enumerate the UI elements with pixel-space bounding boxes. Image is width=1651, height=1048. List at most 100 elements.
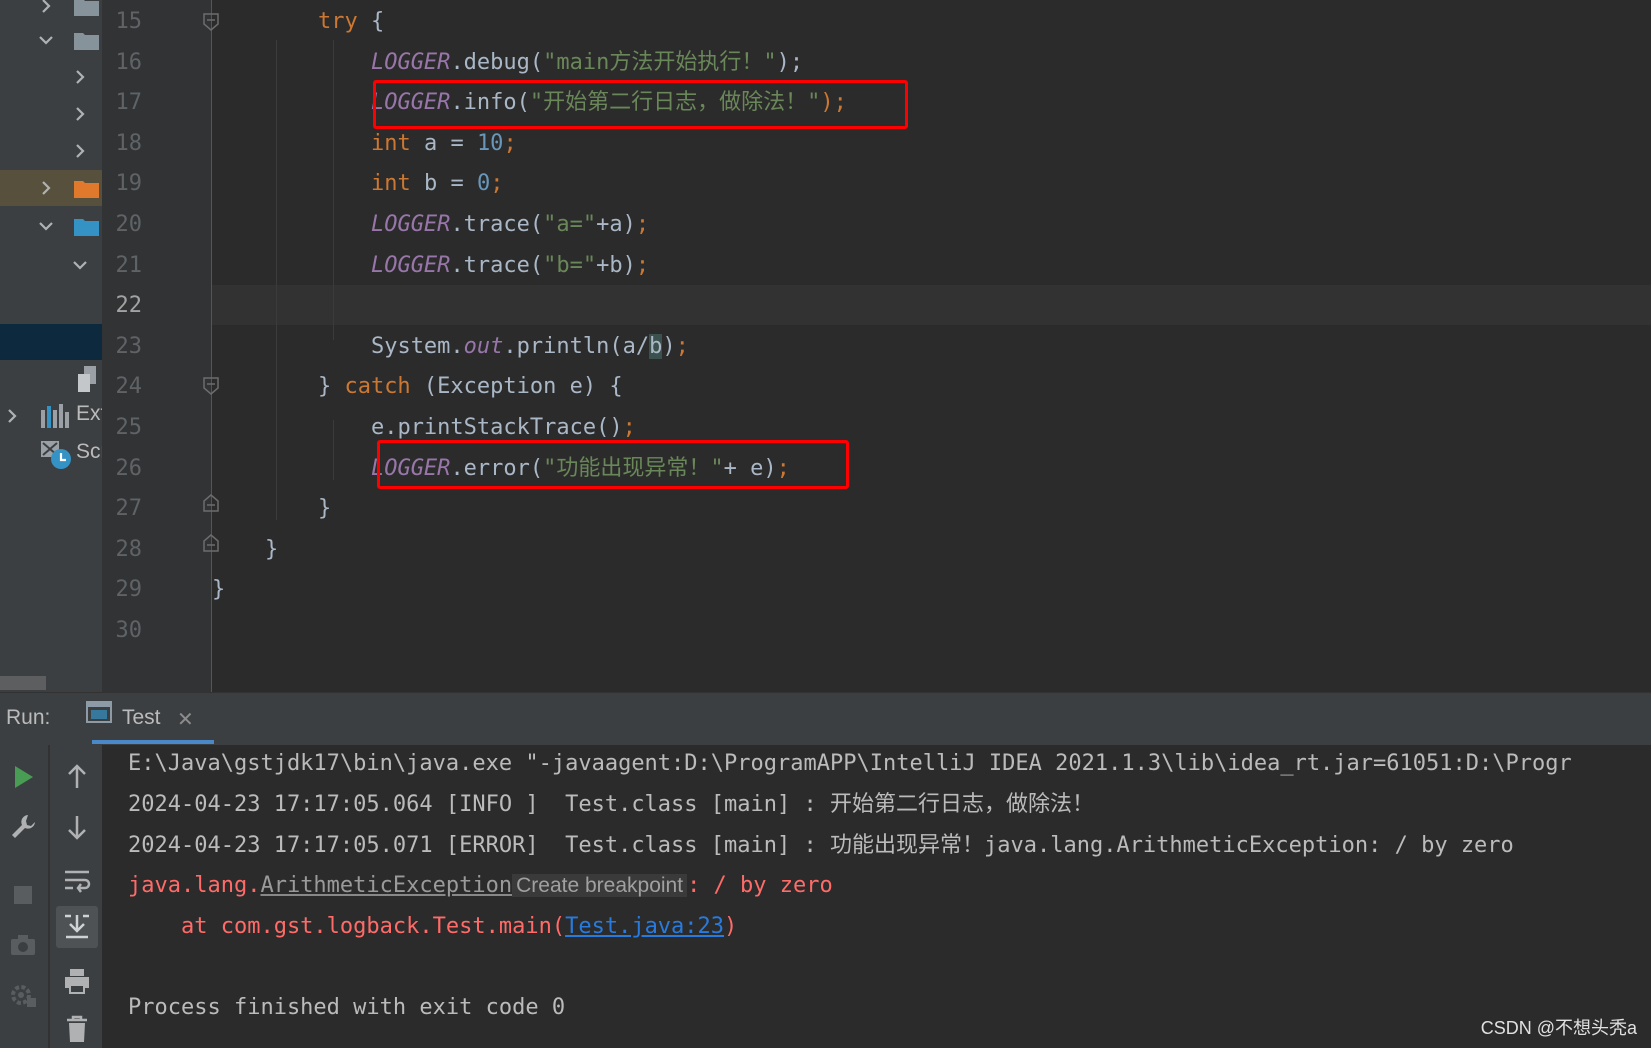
chevron-down-icon[interactable] bbox=[66, 251, 94, 279]
code-line[interactable]: LOGGER.debug("main方法开始执行！"); bbox=[212, 43, 803, 83]
line-number[interactable]: 17 bbox=[102, 83, 143, 123]
line-number[interactable]: 15 bbox=[102, 2, 143, 42]
tree-item-label: Scr bbox=[76, 440, 102, 463]
code-token: catch bbox=[344, 374, 411, 399]
settings-icon[interactable] bbox=[8, 980, 38, 1010]
tree-row[interactable] bbox=[0, 0, 102, 24]
project-tree-scrollbar[interactable] bbox=[0, 676, 46, 690]
code-token: .trace( bbox=[450, 212, 544, 237]
line-number[interactable]: 19 bbox=[102, 164, 143, 204]
line-number[interactable]: 18 bbox=[102, 124, 143, 164]
tree-row[interactable] bbox=[0, 22, 102, 58]
chevron-down-icon[interactable] bbox=[32, 212, 60, 240]
line-number[interactable]: 24 bbox=[102, 367, 143, 407]
line-number[interactable]: 28 bbox=[102, 530, 143, 570]
scroll-to-end-icon[interactable] bbox=[62, 912, 92, 942]
tree-row[interactable] bbox=[0, 96, 102, 132]
tree-row-selected[interactable] bbox=[0, 324, 102, 360]
tree-row[interactable] bbox=[0, 170, 102, 206]
tree-item-scratches[interactable]: Scr bbox=[0, 436, 102, 472]
code-token: LOGGER bbox=[370, 253, 451, 278]
line-number[interactable]: 30 bbox=[102, 611, 143, 651]
fold-end-icon[interactable] bbox=[203, 494, 219, 512]
code-line[interactable]: System.out.println(a/b); bbox=[212, 327, 689, 367]
line-number[interactable]: 20 bbox=[102, 205, 143, 245]
chevron-right-icon[interactable] bbox=[32, 0, 60, 20]
code-token: "a=" bbox=[543, 212, 597, 237]
code-token: int bbox=[370, 131, 411, 156]
stack-frame-text: at com.gst.logback.Test.main( bbox=[128, 914, 566, 939]
chevron-right-icon[interactable] bbox=[66, 63, 94, 91]
code-line[interactable]: } bbox=[212, 489, 331, 529]
run-label: Run: bbox=[6, 706, 51, 729]
line-number[interactable]: 22 bbox=[102, 286, 143, 326]
exception-class-link[interactable]: ArithmeticException bbox=[260, 873, 512, 898]
project-tree: Ext Scr bbox=[0, 0, 102, 692]
code-line[interactable]: } bbox=[212, 570, 225, 610]
line-number[interactable]: 26 bbox=[102, 449, 143, 489]
soft-wrap-icon[interactable] bbox=[62, 866, 92, 896]
chevron-right-icon[interactable] bbox=[32, 174, 60, 202]
code-token: } bbox=[212, 496, 332, 521]
stop-icon[interactable] bbox=[8, 880, 38, 910]
code-token: ) bbox=[662, 334, 676, 359]
code-token: ; bbox=[490, 171, 504, 196]
code-line[interactable]: } bbox=[212, 530, 278, 570]
chevron-down-icon[interactable] bbox=[32, 26, 60, 54]
source-location-link[interactable]: Test.java:23 bbox=[565, 914, 724, 939]
wrench-icon[interactable] bbox=[8, 812, 38, 842]
chevron-right-icon[interactable] bbox=[66, 100, 94, 128]
arrow-down-icon[interactable] bbox=[62, 812, 92, 842]
tree-row[interactable] bbox=[0, 133, 102, 169]
line-number[interactable]: 27 bbox=[102, 489, 143, 529]
resources-folder-icon bbox=[74, 181, 99, 198]
code-line[interactable]: try { bbox=[212, 2, 384, 42]
fold-collapse-icon[interactable] bbox=[203, 13, 219, 31]
tree-row[interactable] bbox=[0, 208, 102, 244]
console-line-error: 2024-04-23 17:17:05.071 [ERROR] Test.cla… bbox=[128, 833, 1514, 858]
tree-row[interactable] bbox=[0, 247, 102, 283]
print-icon[interactable] bbox=[62, 966, 92, 996]
rerun-icon[interactable] bbox=[8, 762, 38, 792]
run-tab-label: Test bbox=[122, 706, 161, 729]
line-number[interactable]: 29 bbox=[102, 570, 143, 610]
tree-item-external-libraries[interactable]: Ext bbox=[0, 398, 102, 434]
create-breakpoint-tooltip[interactable]: Create breakpoint bbox=[512, 874, 688, 897]
code-line[interactable]: } catch (Exception e) { bbox=[212, 367, 623, 407]
code-token: LOGGER bbox=[370, 50, 451, 75]
folder-icon bbox=[74, 0, 99, 16]
external-libraries-icon bbox=[41, 404, 69, 428]
code-line[interactable]: int b = 0; bbox=[212, 164, 503, 204]
code-token: a = bbox=[410, 131, 477, 156]
code-token: +b) bbox=[596, 253, 636, 278]
code-token: 0 bbox=[476, 171, 491, 196]
chevron-right-icon[interactable] bbox=[0, 402, 26, 430]
code-token: } bbox=[212, 374, 345, 399]
highlight-box-info-log bbox=[373, 80, 908, 129]
fold-collapse-icon[interactable] bbox=[203, 377, 219, 395]
close-icon[interactable]: ✕ bbox=[177, 707, 194, 731]
tree-row[interactable] bbox=[0, 59, 102, 95]
code-token: { bbox=[357, 9, 385, 34]
code-line[interactable]: int a = 10; bbox=[212, 124, 517, 164]
fold-end-icon[interactable] bbox=[203, 534, 219, 552]
arrow-up-icon[interactable] bbox=[62, 762, 92, 792]
trash-icon[interactable] bbox=[62, 1014, 92, 1044]
code-line[interactable]: LOGGER.trace("b="+b); bbox=[212, 246, 649, 286]
chevron-right-icon[interactable] bbox=[66, 137, 94, 165]
console-line-exit: Process finished with exit code 0 bbox=[128, 995, 566, 1020]
code-token: (Exception e) { bbox=[410, 374, 623, 399]
line-number[interactable]: 16 bbox=[102, 43, 143, 83]
line-number[interactable]: 23 bbox=[102, 327, 143, 367]
tree-row[interactable] bbox=[0, 360, 102, 396]
code-line[interactable]: LOGGER.trace("a="+a); bbox=[212, 205, 649, 245]
line-number[interactable]: 25 bbox=[102, 408, 143, 448]
camera-icon[interactable] bbox=[8, 930, 38, 960]
line-number[interactable]: 21 bbox=[102, 246, 143, 286]
